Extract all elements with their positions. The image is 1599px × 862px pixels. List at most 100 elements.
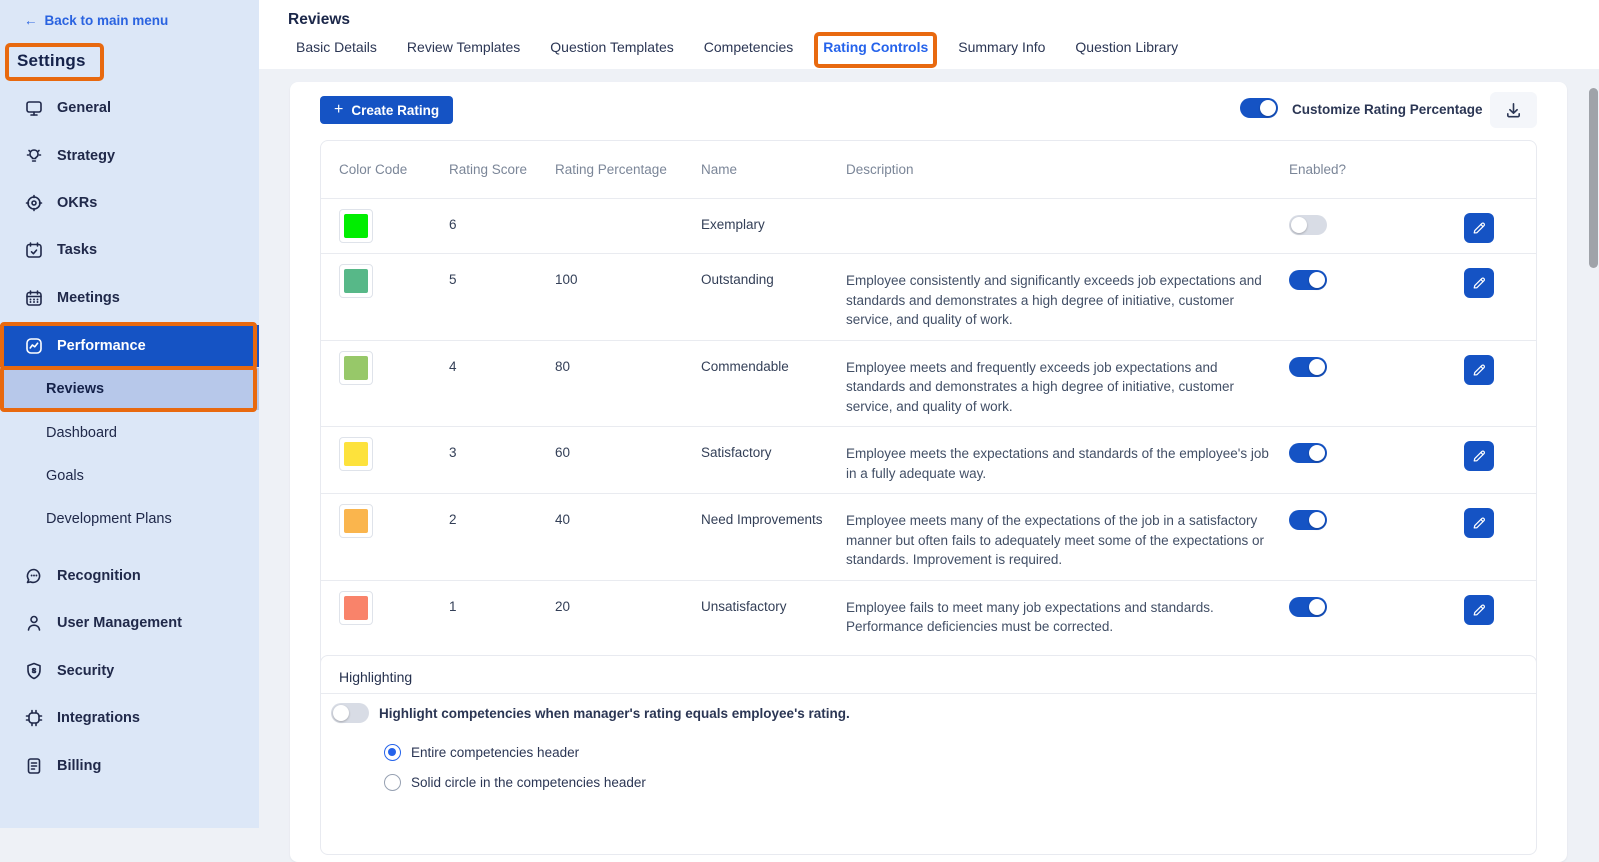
tab-label: Rating Controls [823,39,929,55]
divider [321,693,1536,694]
monitor-icon [26,101,42,116]
sidebar-item-tasks[interactable]: Tasks [0,230,259,270]
edit-rating-button[interactable] [1463,213,1494,243]
enabled-cell [1289,437,1421,463]
edit-rating-button[interactable] [1463,268,1494,298]
plus-icon: + [334,101,344,118]
document-icon [27,758,41,774]
download-button[interactable] [1490,92,1537,128]
toggle-knob [333,705,349,721]
enabled-toggle[interactable] [1289,596,1327,617]
rating-score-cell: 3 [449,445,457,460]
sidebar-item-dashboard[interactable]: Dashboard [0,413,259,453]
sidebar-item-reviews[interactable]: Reviews [0,366,259,412]
highlight-toggle-label: Highlight competencies when manager's ra… [379,706,850,721]
toggle-knob [1309,445,1325,461]
color-code-cell [339,437,449,471]
column-header-description: Description [846,162,914,177]
rating-percentage-cell: 100 [555,272,578,287]
edit-rating-button[interactable] [1463,441,1494,471]
sidebar-item-development-plans[interactable]: Development Plans [0,499,259,539]
rating-name-cell: Outstanding [701,272,774,287]
rating-name-cell: Commendable [701,358,789,374]
edit-cell [1421,437,1536,471]
lightbulb-icon [26,149,42,162]
sidebar-item-performance[interactable]: Performance [0,322,259,370]
color-swatch-inner [344,269,368,293]
column-header-enabled: Enabled? [1289,162,1347,177]
sidebar-item-label: Integrations [57,710,140,726]
color-swatch-box [339,209,373,243]
vertical-scrollbar[interactable] [1589,88,1598,268]
page-header: Reviews Basic Details Review Templates Q… [259,0,1599,69]
sidebar-item-label: Reviews [46,381,105,397]
highlighting-title: Highlighting [339,669,413,685]
edit-rating-button[interactable] [1463,594,1494,625]
enabled-toggle[interactable] [1289,270,1327,290]
tab-basic-details[interactable]: Basic Details [296,39,377,66]
radio-icon [384,774,401,791]
enabled-toggle[interactable] [1289,443,1327,463]
sidebar-item-strategy[interactable]: Strategy [0,136,259,176]
create-rating-button[interactable]: + Create Rating [320,96,454,124]
highlight-toggle[interactable] [331,703,369,723]
enabled-cell [1289,504,1421,530]
rating-percentage-cell: 80 [555,358,571,374]
enabled-toggle[interactable] [1289,510,1327,530]
customize-toggle[interactable] [1240,98,1278,118]
sidebar-item-integrations[interactable]: Integrations [0,698,259,738]
rating-description-cell: Employee meets and frequently exceeds jo… [846,359,1234,414]
user-icon [27,615,41,631]
highlight-option[interactable]: Solid circle in the competencies header [384,774,646,791]
highlight-option[interactable]: Entire competencies header [384,744,579,761]
color-swatch-box [339,264,373,298]
sidebar-item-billing[interactable]: Billing [0,746,259,786]
tab-competencies[interactable]: Competencies [704,39,794,66]
edit-rating-button[interactable] [1463,508,1494,538]
rating-name-cell: Unsatisfactory [701,598,787,614]
back-to-main-menu-link[interactable]: ← Back to main menu [24,13,168,28]
sidebar-item-recognition[interactable]: Recognition [0,556,259,596]
sidebar-item-label: Meetings [57,290,120,306]
rating-score-cell: 6 [449,217,457,232]
color-swatch-inner [344,355,368,380]
table-row: 4 80 Commendable Employee meets and freq… [321,339,1536,427]
sidebar-item-goals[interactable]: Goals [0,456,259,496]
sidebar-item-security[interactable]: Security [0,651,259,691]
sidebar-item-label: Performance [57,338,146,354]
radio-icon [384,744,401,761]
color-swatch-inner [344,509,368,533]
table-row: 6 Exemplary [321,198,1536,253]
sidebar-item-label: Billing [57,758,102,774]
rating-score-cell: 5 [449,272,457,287]
sidebar-item-meetings[interactable]: Meetings [0,278,259,318]
color-code-cell [339,209,449,243]
rating-description-cell [846,209,1289,216]
sidebar-item-label: Development Plans [46,511,172,527]
tab-review-templates[interactable]: Review Templates [407,39,520,66]
column-header-color-code: Color Code [339,162,408,177]
tab-rating-controls[interactable]: Rating Controls [814,32,938,68]
rating-percentage-cell: 20 [555,598,571,614]
sidebar-item-general[interactable]: General [0,88,259,128]
color-code-cell [339,350,449,385]
tab-question-templates[interactable]: Question Templates [550,39,673,66]
create-rating-label: Create Rating [351,102,440,118]
pencil-icon [1473,603,1485,616]
tab-summary-info[interactable]: Summary Info [958,39,1045,66]
highlighting-section: Highlighting Highlight competencies when… [320,655,1537,855]
enabled-toggle[interactable] [1289,356,1327,377]
color-code-cell [339,264,449,298]
edit-rating-button[interactable] [1463,354,1494,385]
color-swatch-inner [344,442,368,466]
rating-score-cell: 4 [449,358,457,374]
rating-controls-panel: + Create Rating Customize Rating Percent… [290,82,1567,862]
enabled-toggle[interactable] [1289,215,1327,235]
ratings-table-body: 6 Exemplary 5 100 Outstanding Employee c… [321,198,1536,647]
toggle-knob [1309,598,1325,615]
sidebar-item-user-management[interactable]: User Management [0,603,259,643]
ratings-table: Color Code Rating Score Rating Percentag… [320,140,1537,674]
edit-cell [1421,504,1536,538]
sidebar-item-okrs[interactable]: OKRs [0,183,259,223]
tab-question-library[interactable]: Question Library [1075,39,1178,66]
